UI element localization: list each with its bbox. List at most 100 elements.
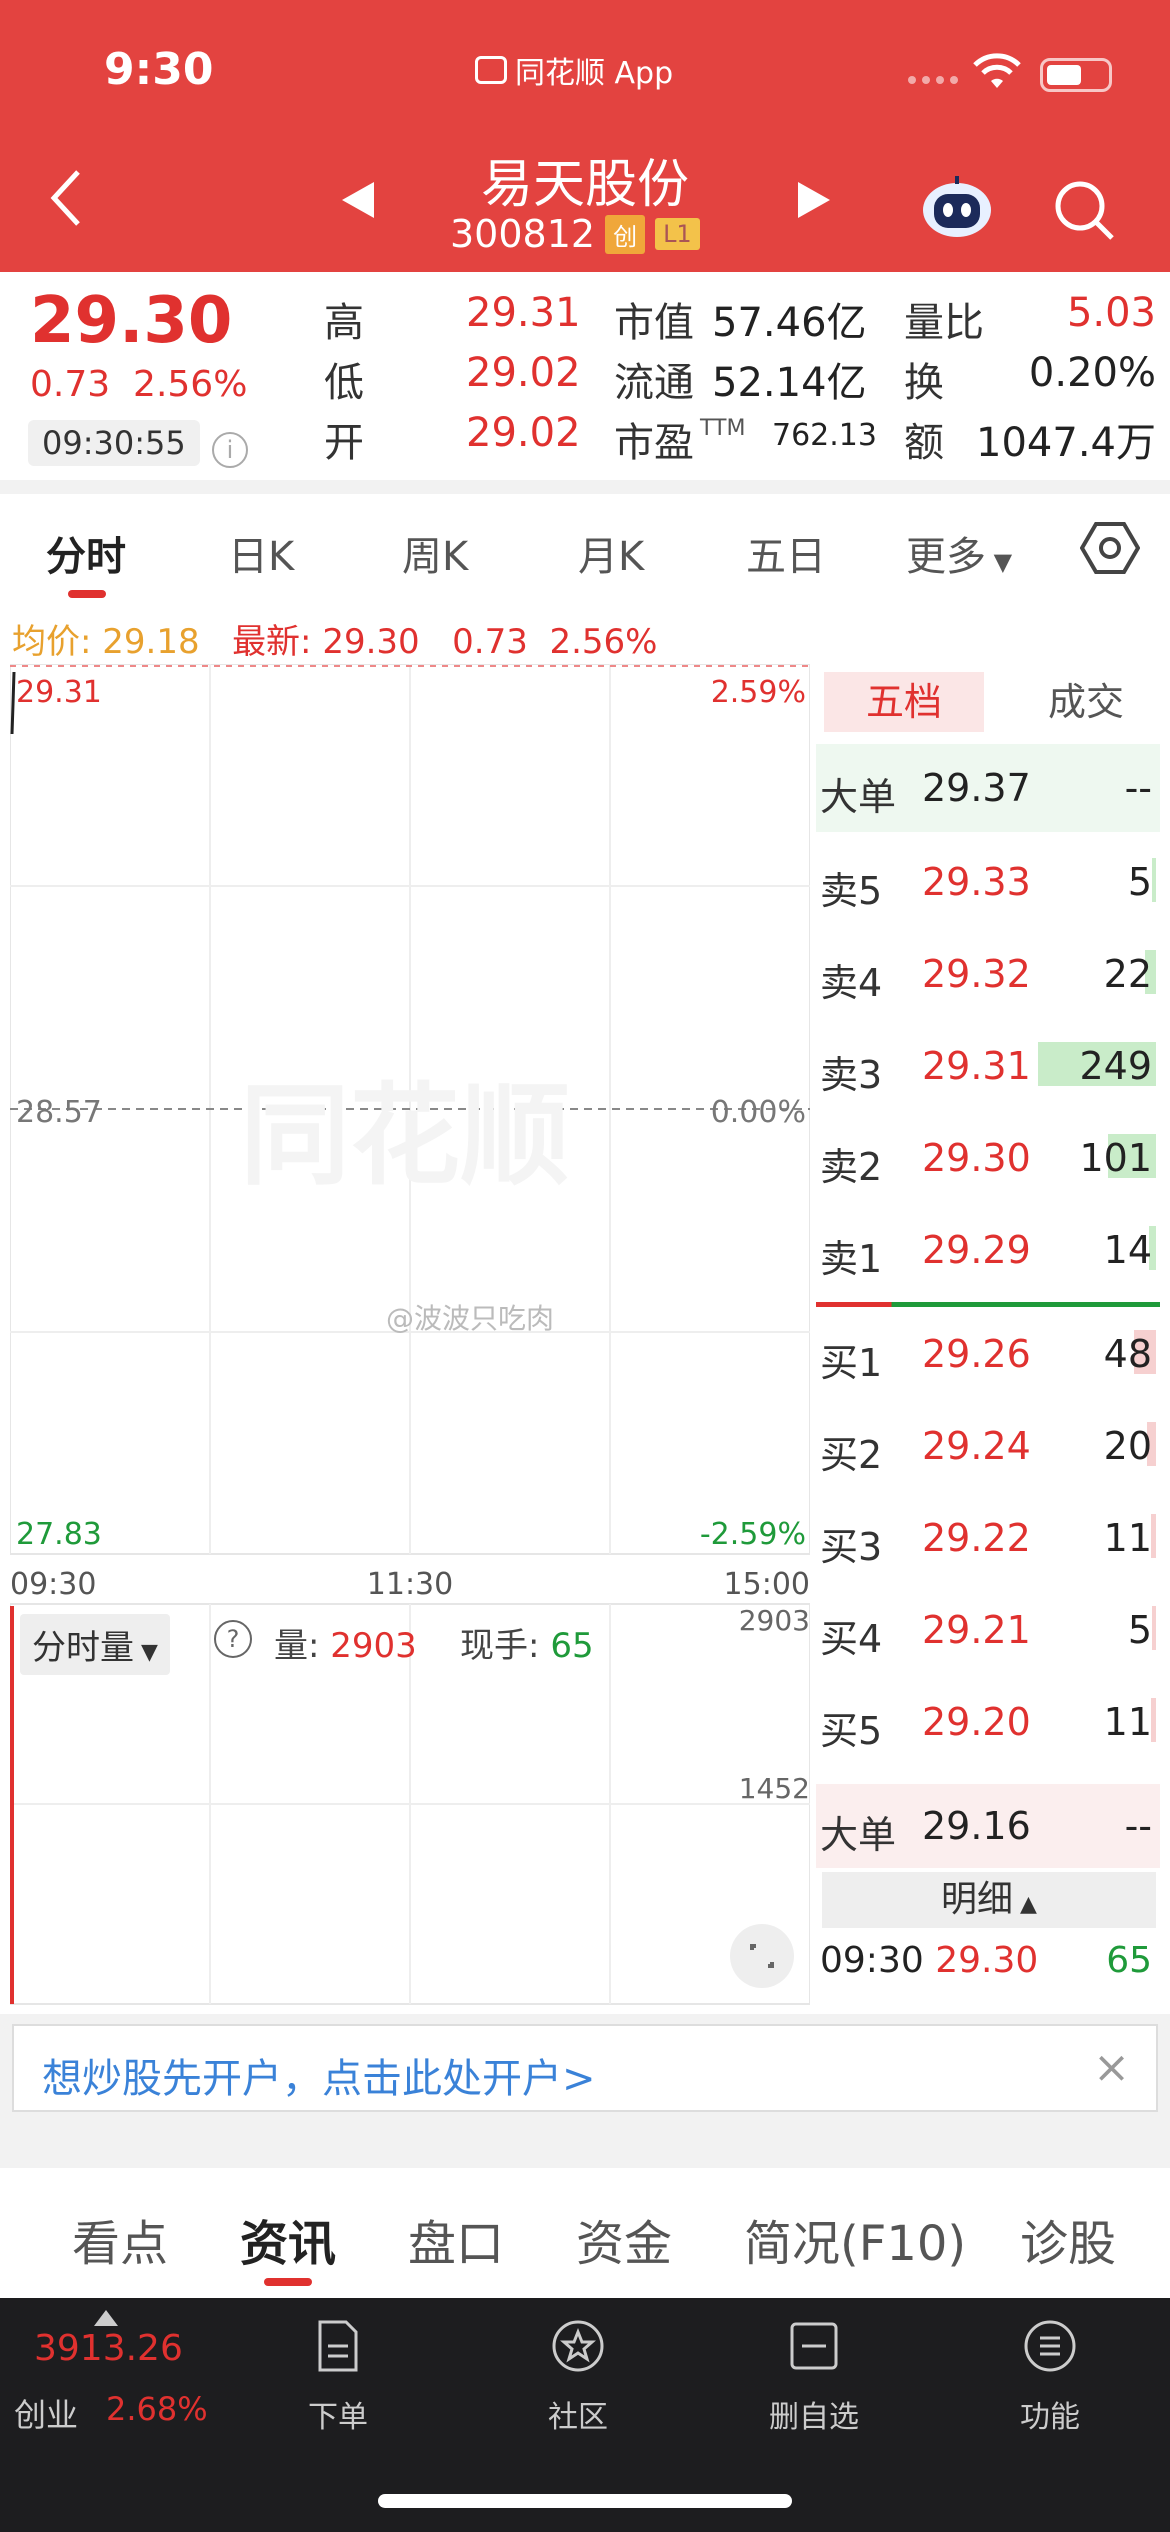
float-value: 52.14亿	[712, 360, 867, 406]
volume-depth-bar	[1152, 1606, 1156, 1650]
level-volume: 11	[1103, 1700, 1152, 1744]
turnover-value: 0.20%	[1028, 350, 1156, 396]
robot-assistant-icon[interactable]	[920, 172, 994, 240]
index-up-icon	[94, 2310, 118, 2330]
level-volume: 11	[1103, 1516, 1152, 1560]
watermark-text: 同花顺	[240, 1072, 570, 1200]
level-price: 29.20	[922, 1700, 1031, 1744]
ask-row[interactable]: 卖5 29.33 5	[816, 842, 1160, 922]
tab-weekly-k[interactable]: 周K	[402, 524, 468, 582]
price-line	[10, 671, 16, 735]
content-tabs: 看点 资讯 盘口 资金 简况(F10) 诊股	[0, 2168, 1170, 2298]
quote-timestamp: 09:30:55	[28, 420, 200, 466]
level-price: 29.29	[922, 1228, 1031, 1272]
ask-row[interactable]: 卖1 29.29 14	[816, 1210, 1160, 1290]
mcap-label: 市值	[614, 300, 694, 346]
prev-stock-icon[interactable]	[340, 180, 376, 224]
banner-text[interactable]: 想炒股先开户，点击此处开户>	[42, 2046, 596, 2104]
tab-five-levels[interactable]: 五档	[824, 672, 984, 732]
average-line-info: 均价: 29.18 最新: 29.30 0.73 2.56%	[12, 622, 658, 662]
amount-label: 额	[904, 420, 944, 466]
order-button[interactable]: 下单	[248, 2318, 428, 2436]
stock-name: 易天股份	[480, 155, 689, 215]
close-icon[interactable]: ×	[1093, 2042, 1130, 2093]
remove-watchlist-icon	[790, 2322, 838, 2370]
tab-highlights[interactable]: 看点	[72, 2204, 168, 2274]
big-buy-row: 大单 29.16 --	[816, 1784, 1160, 1868]
volume-ratio-label: 量比	[904, 300, 984, 346]
mid-price-label: 28.57	[16, 1095, 102, 1130]
intraday-chart[interactable]: 同花顺 29.31 2.59% 28.57 0.00% 27.83 -2.59%…	[10, 664, 810, 2014]
time-mid-label: 11:30	[367, 1567, 453, 1602]
community-button[interactable]: 社区	[488, 2318, 668, 2436]
tab-more[interactable]: 更多 ▼	[906, 524, 1012, 582]
chart-area: 均价: 29.18 最新: 29.30 0.73 2.56% 同花顺 29.31…	[0, 604, 1170, 2014]
home-indicator	[378, 2494, 792, 2508]
remove-watchlist-button[interactable]: 删自选	[724, 2318, 904, 2436]
ask-row[interactable]: 卖4 29.32 22	[816, 934, 1160, 1014]
tab-diagnosis[interactable]: 诊股	[1020, 2204, 1116, 2274]
level-price: 29.33	[922, 860, 1031, 904]
stock-code: 300812	[450, 212, 596, 256]
tab-daily-k[interactable]: 日K	[228, 524, 294, 582]
bottom-action-bar: 3913.26 创业 2.68% 下单 社区 删自选 功能	[0, 2298, 1170, 2532]
search-icon[interactable]	[1052, 178, 1116, 246]
top-pct-label: 2.59%	[711, 675, 806, 710]
signal-icon	[908, 76, 958, 84]
bid-row[interactable]: 买4 29.21 5	[816, 1590, 1160, 1670]
tab-capital[interactable]: 资金	[576, 2204, 672, 2274]
next-stock-icon[interactable]	[796, 180, 832, 224]
settings-icon[interactable]	[1079, 520, 1141, 580]
tab-intraday[interactable]: 分时	[46, 524, 126, 582]
bottom-pct-label: -2.59%	[700, 1517, 806, 1552]
mid-pct-label: 0.00%	[711, 1095, 806, 1130]
low-label: 低	[324, 360, 364, 406]
tab-five-day[interactable]: 五日	[746, 524, 826, 582]
pe-ttm-label: TTM	[700, 416, 746, 441]
index-value[interactable]: 3913.26	[34, 2328, 183, 2369]
bid-row[interactable]: 买5 29.20 11	[816, 1682, 1160, 1762]
book-tabs: 五档 成交	[816, 664, 1160, 740]
fullscreen-icon[interactable]	[730, 1924, 794, 1988]
function-button[interactable]: 功能	[960, 2318, 1140, 2436]
price-change: 0.73 2.56%	[30, 364, 248, 405]
volume-ratio-value: 5.03	[1066, 290, 1156, 336]
level-price: 29.22	[922, 1516, 1031, 1560]
open-label: 开	[324, 420, 364, 466]
low-value: 29.02	[466, 350, 581, 396]
bid-row[interactable]: 买3 29.22 11	[816, 1498, 1160, 1578]
tab-order-board[interactable]: 盘口	[408, 2204, 504, 2274]
pe-value: 762.13	[772, 418, 877, 453]
index-name: 创业	[14, 2396, 79, 2434]
high-label: 高	[324, 300, 364, 346]
open-account-banner[interactable]: 想炒股先开户，点击此处开户> ×	[12, 2024, 1158, 2112]
level-label: 买4	[820, 1617, 883, 1661]
ask-row[interactable]: 卖2 29.30 101	[816, 1118, 1160, 1198]
level-label: 买2	[820, 1433, 883, 1477]
weibo-watermark: @波波只吃肉	[386, 1302, 554, 1335]
volume-bar	[10, 1606, 14, 2004]
tab-trades[interactable]: 成交	[1016, 672, 1156, 732]
volume-info: 量: 2903 现手: 65	[274, 1626, 594, 1666]
community-icon	[552, 2320, 604, 2372]
app-header: 9:30 同花顺 App 易天股份 300812 创 L1	[0, 0, 1170, 272]
tab-f10[interactable]: 简况(F10)	[744, 2204, 966, 2274]
info-icon[interactable]: i	[212, 432, 248, 468]
level-label: 买1	[820, 1341, 883, 1385]
tab-news[interactable]: 资讯	[240, 2204, 336, 2274]
help-icon[interactable]: ?	[214, 1620, 252, 1658]
ask-row[interactable]: 卖3 29.31 249	[816, 1026, 1160, 1106]
bid-row[interactable]: 买2 29.24 20	[816, 1406, 1160, 1486]
detail-button[interactable]: 明细 ▲	[822, 1872, 1156, 1928]
tab-monthly-k[interactable]: 月K	[578, 524, 644, 582]
big-sell-row: 大单 29.37 --	[816, 744, 1160, 832]
stock-code-row: 300812 创 L1	[450, 212, 700, 256]
level-badge: L1	[655, 218, 700, 250]
back-icon[interactable]	[48, 168, 88, 232]
status-app-name: 同花顺 App	[475, 48, 673, 92]
volume-selector[interactable]: 分时量 ▼	[20, 1614, 170, 1675]
open-value: 29.02	[466, 410, 581, 456]
time-end-label: 15:00	[724, 1567, 810, 1602]
bid-row[interactable]: 买1 29.26 48	[816, 1314, 1160, 1394]
level-volume: 5	[1127, 860, 1152, 904]
